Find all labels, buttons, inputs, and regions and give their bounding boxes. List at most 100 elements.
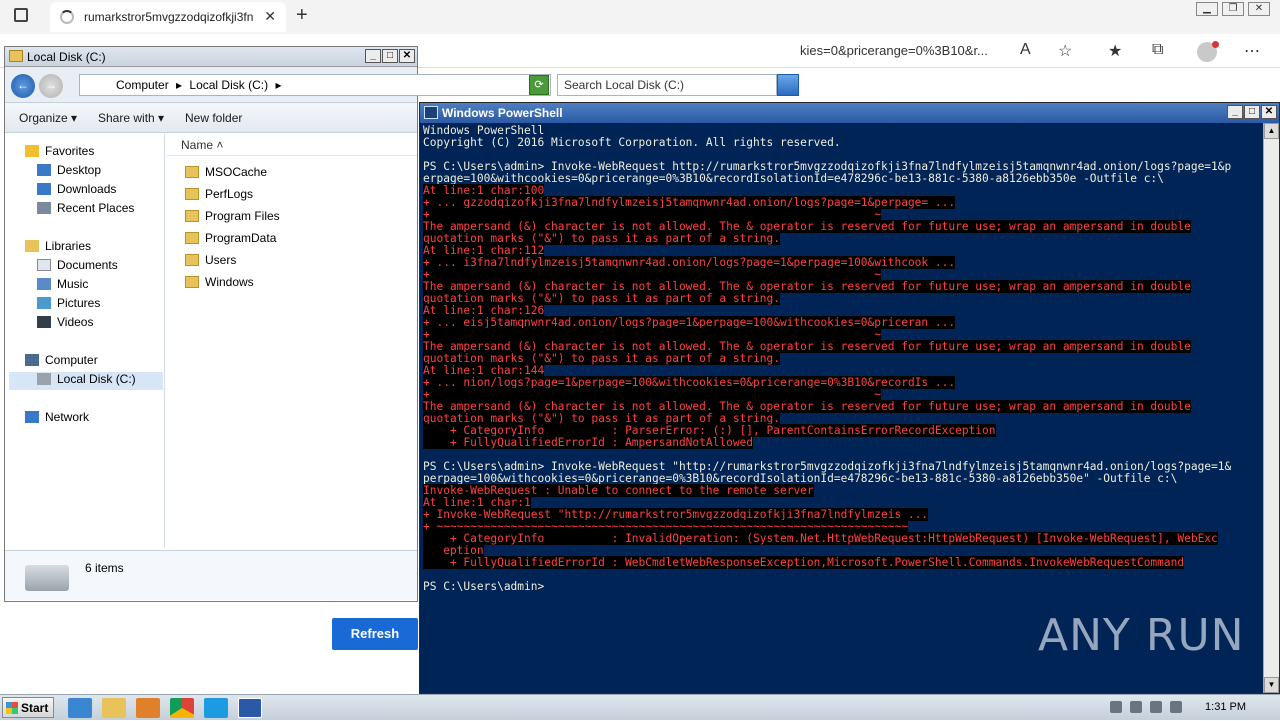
- speaker-icon[interactable]: [1130, 701, 1142, 713]
- start-button[interactable]: Start: [2, 697, 54, 718]
- scroll-down-icon[interactable]: ▼: [1264, 677, 1279, 693]
- new-tab-icon[interactable]: +: [296, 4, 308, 27]
- nav-recent-places[interactable]: Recent Places: [37, 201, 134, 219]
- breadcrumb-computer[interactable]: Computer: [116, 78, 169, 92]
- collections-icon[interactable]: ⧉: [1152, 41, 1163, 59]
- console-output[interactable]: Windows PowerShell Copyright (C) 2016 Mic…: [423, 125, 1261, 691]
- console-scrollbar[interactable]: ▲ ▼: [1263, 123, 1279, 693]
- nav-label: Computer: [45, 353, 98, 367]
- folder-icon: [185, 254, 199, 266]
- nav-documents[interactable]: Documents: [37, 258, 118, 276]
- edge-icon[interactable]: [204, 698, 228, 718]
- share-with-menu[interactable]: Share with ▾: [98, 111, 164, 125]
- back-button[interactable]: ←: [11, 74, 35, 98]
- console-error-line: quotation marks ("&") to pass it as part…: [423, 232, 780, 245]
- folder-icon: [185, 276, 199, 288]
- media-player-icon[interactable]: [136, 698, 160, 718]
- console-line: Copyright (C) 2016 Microsoft Corporation…: [423, 136, 841, 149]
- explorer-close-button[interactable]: ✕: [399, 49, 415, 63]
- action-center-icon[interactable]: [1170, 701, 1182, 713]
- nav-label: Local Disk (C:): [57, 372, 136, 386]
- nav-network[interactable]: Network: [25, 410, 89, 428]
- nav-music[interactable]: Music: [37, 277, 88, 295]
- nav-downloads[interactable]: Downloads: [37, 182, 116, 200]
- list-item[interactable]: Program Files: [185, 209, 280, 229]
- explorer-minimize-button[interactable]: _: [365, 49, 381, 63]
- tab-actions-icon[interactable]: [14, 8, 28, 22]
- clock: 1:31 PM: [1205, 701, 1246, 713]
- list-item[interactable]: Windows: [185, 275, 254, 295]
- show-hidden-icons-icon[interactable]: [1110, 701, 1122, 713]
- file-name: Windows: [205, 275, 254, 289]
- powershell-window: Windows PowerShell _ □ ✕ Windows PowerSh…: [419, 102, 1280, 694]
- profile-avatar-icon[interactable]: [1197, 41, 1219, 62]
- nav-videos[interactable]: Videos: [37, 315, 93, 333]
- browser-tab-bar: rumarkstror5mvgzzodqizofkji3fn ✕ + ▁ ❐ ✕: [0, 0, 1280, 34]
- nav-label: Music: [57, 277, 89, 291]
- file-list: Name ˄ MSOCache PerfLogs Program Files P…: [167, 134, 417, 548]
- powershell-taskbar-icon[interactable]: [238, 698, 262, 718]
- new-folder-button[interactable]: New folder: [185, 111, 242, 125]
- chevron-right-icon[interactable]: ▸: [176, 78, 182, 92]
- favorites-icon[interactable]: ★: [1108, 41, 1122, 61]
- powershell-titlebar[interactable]: Windows PowerShell _ □ ✕: [420, 103, 1279, 123]
- explorer-maximize-button[interactable]: □: [382, 49, 398, 63]
- close-button[interactable]: ✕: [1248, 2, 1270, 16]
- list-item[interactable]: PerfLogs: [185, 187, 253, 207]
- file-name: Users: [205, 253, 237, 267]
- forward-button[interactable]: →: [39, 74, 63, 98]
- nav-label: Libraries: [45, 239, 92, 253]
- nav-label: Network: [45, 410, 90, 424]
- address-bar[interactable]: kies=0&pricerange=0%3B10&r...: [800, 43, 988, 58]
- list-item[interactable]: Users: [185, 253, 236, 273]
- nav-label: Desktop: [57, 163, 102, 177]
- refresh-button[interactable]: Refresh: [332, 618, 418, 650]
- organize-menu[interactable]: Organize ▾: [19, 111, 77, 125]
- file-name: MSOCache: [205, 165, 268, 179]
- explorer-titlebar[interactable]: Local Disk (C:) _ □ ✕: [5, 47, 417, 67]
- browser-tab[interactable]: rumarkstror5mvgzzodqizofkji3fn ✕: [50, 2, 286, 32]
- search-icon[interactable]: [777, 74, 799, 96]
- videos-icon: [37, 316, 51, 328]
- breadcrumb[interactable]: Computer ▸ Local Disk (C:) ▸: [79, 74, 551, 96]
- nav-desktop[interactable]: Desktop: [37, 163, 101, 181]
- nav-favorites[interactable]: Favorites: [25, 144, 94, 162]
- star-icon: [25, 145, 39, 157]
- nav-pictures[interactable]: Pictures: [37, 296, 100, 314]
- column-header-name[interactable]: Name ˄: [167, 134, 417, 156]
- locked-folder-icon: [185, 166, 199, 178]
- ps-close-button[interactable]: ✕: [1261, 105, 1277, 119]
- computer-icon: [25, 354, 39, 366]
- nav-libraries[interactable]: Libraries: [25, 239, 91, 257]
- tab-title: rumarkstror5mvgzzodqizofkji3fn: [84, 10, 254, 24]
- internet-explorer-icon[interactable]: [68, 698, 92, 718]
- breadcrumb-local-disk[interactable]: Local Disk (C:): [189, 78, 268, 92]
- ps-maximize-button[interactable]: □: [1244, 105, 1260, 119]
- downloads-icon: [37, 183, 51, 195]
- nav-label: Documents: [57, 258, 118, 272]
- folder-icon: [185, 210, 199, 222]
- console-error-line: Invoke-WebRequest : Unable to connect to…: [423, 484, 814, 497]
- anyrun-watermark: ANY RUN: [1038, 610, 1245, 661]
- list-item[interactable]: MSOCache: [185, 165, 267, 185]
- network-tray-icon[interactable]: [1150, 701, 1162, 713]
- search-input[interactable]: Search Local Disk (C:): [557, 74, 777, 96]
- add-favorite-icon[interactable]: ☆: [1058, 41, 1072, 61]
- file-explorer-icon[interactable]: [102, 698, 126, 718]
- list-item[interactable]: ProgramData: [185, 231, 276, 251]
- sort-up-icon: ˄: [216, 138, 224, 152]
- chrome-icon[interactable]: [170, 698, 194, 718]
- loading-spinner-icon: [60, 10, 74, 24]
- scroll-up-icon[interactable]: ▲: [1264, 123, 1279, 139]
- explorer-refresh-button[interactable]: ⟳: [529, 75, 549, 95]
- nav-computer[interactable]: Computer: [25, 353, 98, 371]
- minimize-button[interactable]: ▁: [1196, 2, 1218, 16]
- nav-local-disk[interactable]: Local Disk (C:): [9, 372, 163, 390]
- maximize-button[interactable]: ❐: [1222, 2, 1244, 16]
- ps-minimize-button[interactable]: _: [1227, 105, 1243, 119]
- tab-close-icon[interactable]: ✕: [264, 8, 276, 25]
- more-options-icon[interactable]: ⋯: [1244, 41, 1260, 61]
- console-error-line: + CategoryInfo : InvalidOperation: (Syst…: [423, 532, 1218, 545]
- read-aloud-icon[interactable]: A: [1020, 41, 1031, 59]
- chevron-right-icon[interactable]: ▸: [275, 78, 281, 92]
